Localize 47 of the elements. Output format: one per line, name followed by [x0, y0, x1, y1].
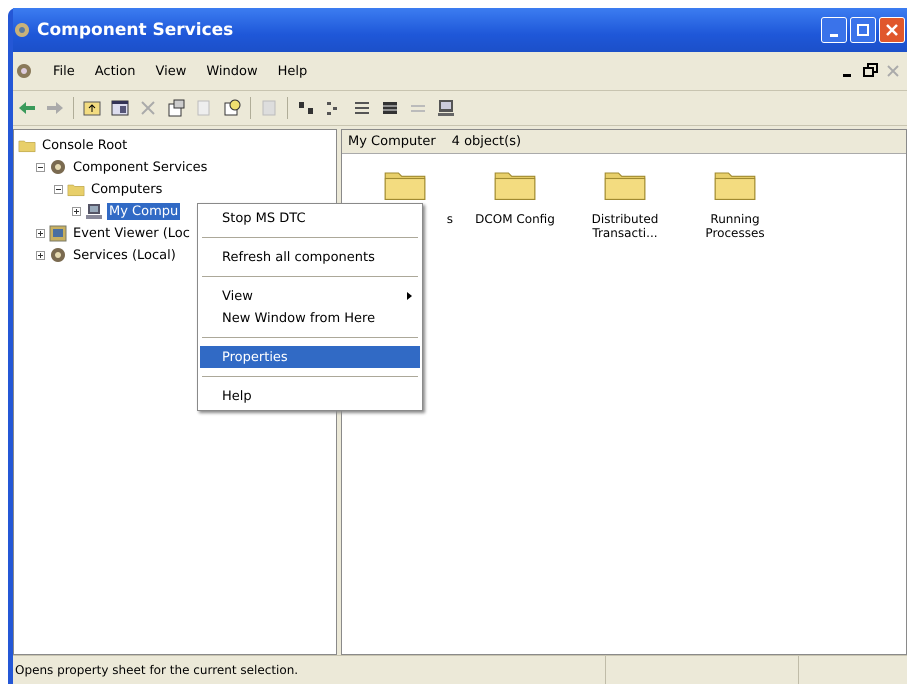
minimize-icon	[830, 34, 838, 36]
tree-item[interactable]: Services (Local)	[71, 246, 178, 264]
maximize-button[interactable]	[850, 17, 876, 43]
list-title: My Computer	[348, 134, 436, 149]
tree-item[interactable]: Component Services	[71, 158, 210, 176]
close-icon	[886, 24, 898, 36]
console-tree-icon[interactable]	[110, 98, 130, 118]
collapse-icon[interactable]	[36, 162, 45, 172]
expand-icon[interactable]	[36, 228, 45, 238]
viewer-icon	[49, 224, 67, 242]
menu-item[interactable]: New Window from Here	[200, 307, 420, 329]
menu-item[interactable]: Refresh all components	[200, 246, 420, 268]
menu-item[interactable]: Help	[200, 385, 420, 407]
expand-icon[interactable]	[36, 250, 45, 260]
status-text: Opens property sheet for the current selection.	[14, 662, 300, 679]
tree-item[interactable]: My Compu	[107, 202, 180, 220]
app-icon	[13, 21, 31, 39]
tree-item[interactable]: Console Root	[40, 136, 130, 154]
item-label[interactable]: Distributed Transacti...	[585, 212, 665, 240]
maximize-icon	[857, 24, 869, 36]
computer-icon	[85, 202, 103, 220]
tree-item[interactable]: Computers	[89, 180, 164, 198]
close-button[interactable]	[879, 17, 905, 43]
tree-item[interactable]: Event Viewer (Loc	[71, 224, 192, 242]
menu-item[interactable]: View	[155, 64, 186, 78]
menu-item[interactable]: File	[53, 64, 75, 78]
collapse-icon[interactable]	[54, 184, 63, 194]
computer-icon[interactable]	[436, 98, 456, 118]
item-label[interactable]: DCOM Config	[475, 212, 555, 226]
menu-item[interactable]: Action	[94, 64, 136, 78]
object-count: 4 object(s)	[452, 134, 522, 149]
menu-item[interactable]: Properties	[200, 346, 420, 368]
item-label[interactable]: Running Processes	[695, 212, 775, 240]
gear-icon	[49, 246, 67, 264]
minimize-button[interactable]	[821, 17, 847, 43]
menu-item[interactable]: View	[200, 285, 420, 307]
menu-item[interactable]: Stop MS DTC	[200, 207, 420, 229]
folder-icon	[18, 138, 36, 152]
expand-icon[interactable]	[72, 206, 81, 216]
help-icon[interactable]	[222, 98, 242, 118]
window-title: Component Services	[37, 20, 234, 40]
menu-item[interactable]: Window	[206, 64, 258, 78]
app-icon	[15, 62, 33, 80]
gear-icon	[49, 158, 67, 176]
folder-icon	[67, 182, 85, 196]
properties-icon[interactable]	[166, 98, 186, 118]
menu-item[interactable]: Help	[278, 64, 308, 78]
